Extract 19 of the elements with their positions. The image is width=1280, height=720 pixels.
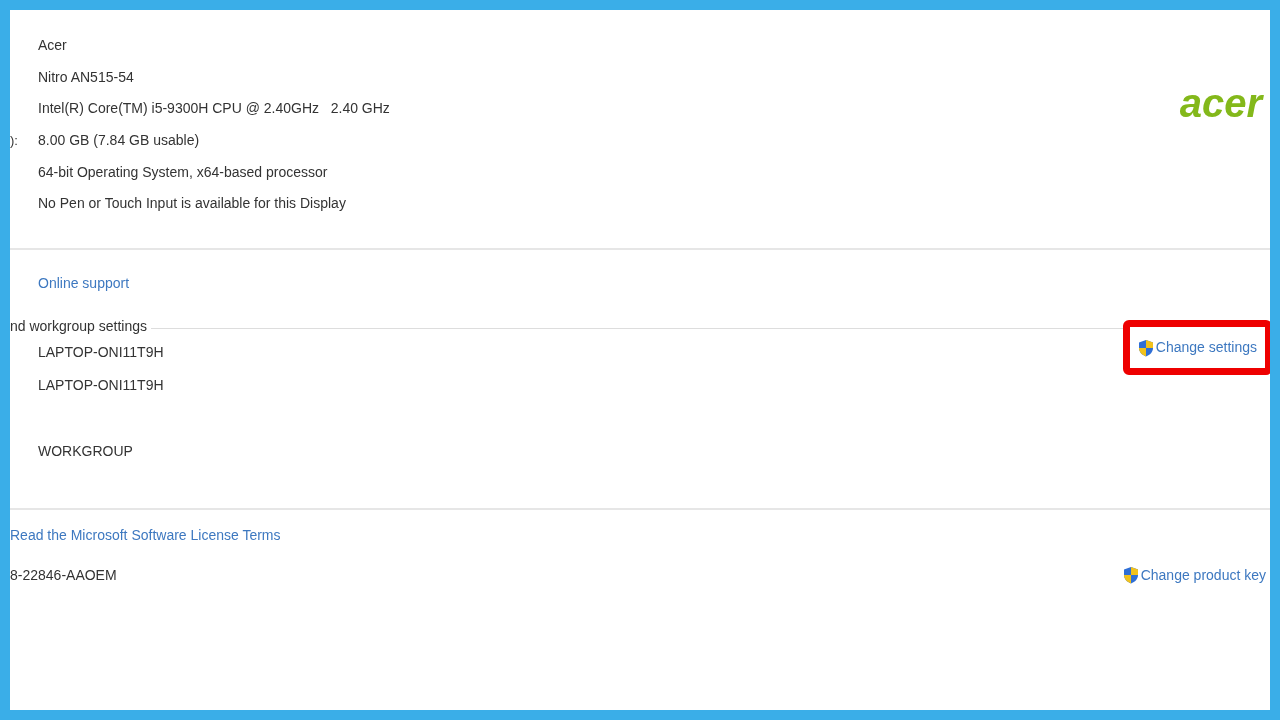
- system-value: No Pen or Touch Input is available for this Display: [38, 194, 346, 214]
- change-link[interactable]: Change product key: [1122, 564, 1266, 586]
- system-value: 64-bit Operating System, x64-based processor: [38, 162, 328, 182]
- shield-icon: [1137, 338, 1154, 357]
- change-link[interactable]: Change settings: [1137, 337, 1257, 358]
- computer-value: WORKGROUP: [38, 442, 133, 461]
- system-value: Acer: [38, 36, 67, 56]
- system-value: Nitro AN515-54: [38, 67, 134, 87]
- license-terms-link[interactable]: Read the Microsoft Software License Terms: [10, 524, 281, 546]
- computer-value: LAPTOP-ONI11T9H: [38, 376, 164, 395]
- system-value: Intel(R) Core(TM) i5-9300H CPU @ 2.40GHz 2.40 GHz: [38, 99, 390, 119]
- system-value: 8.00 GB (7.84 GB usable): [38, 131, 200, 151]
- product-id: 8-22846-AAOEM: [10, 565, 117, 585]
- brand-logo: acer: [1179, 80, 1265, 127]
- section-heading: nd workgroup settings: [10, 316, 148, 336]
- shield-icon: [1122, 566, 1139, 584]
- online-support-link[interactable]: Online support: [38, 272, 130, 294]
- computer-value: LAPTOP-ONI11T9H: [38, 343, 164, 362]
- field-label: ):: [10, 132, 18, 148]
